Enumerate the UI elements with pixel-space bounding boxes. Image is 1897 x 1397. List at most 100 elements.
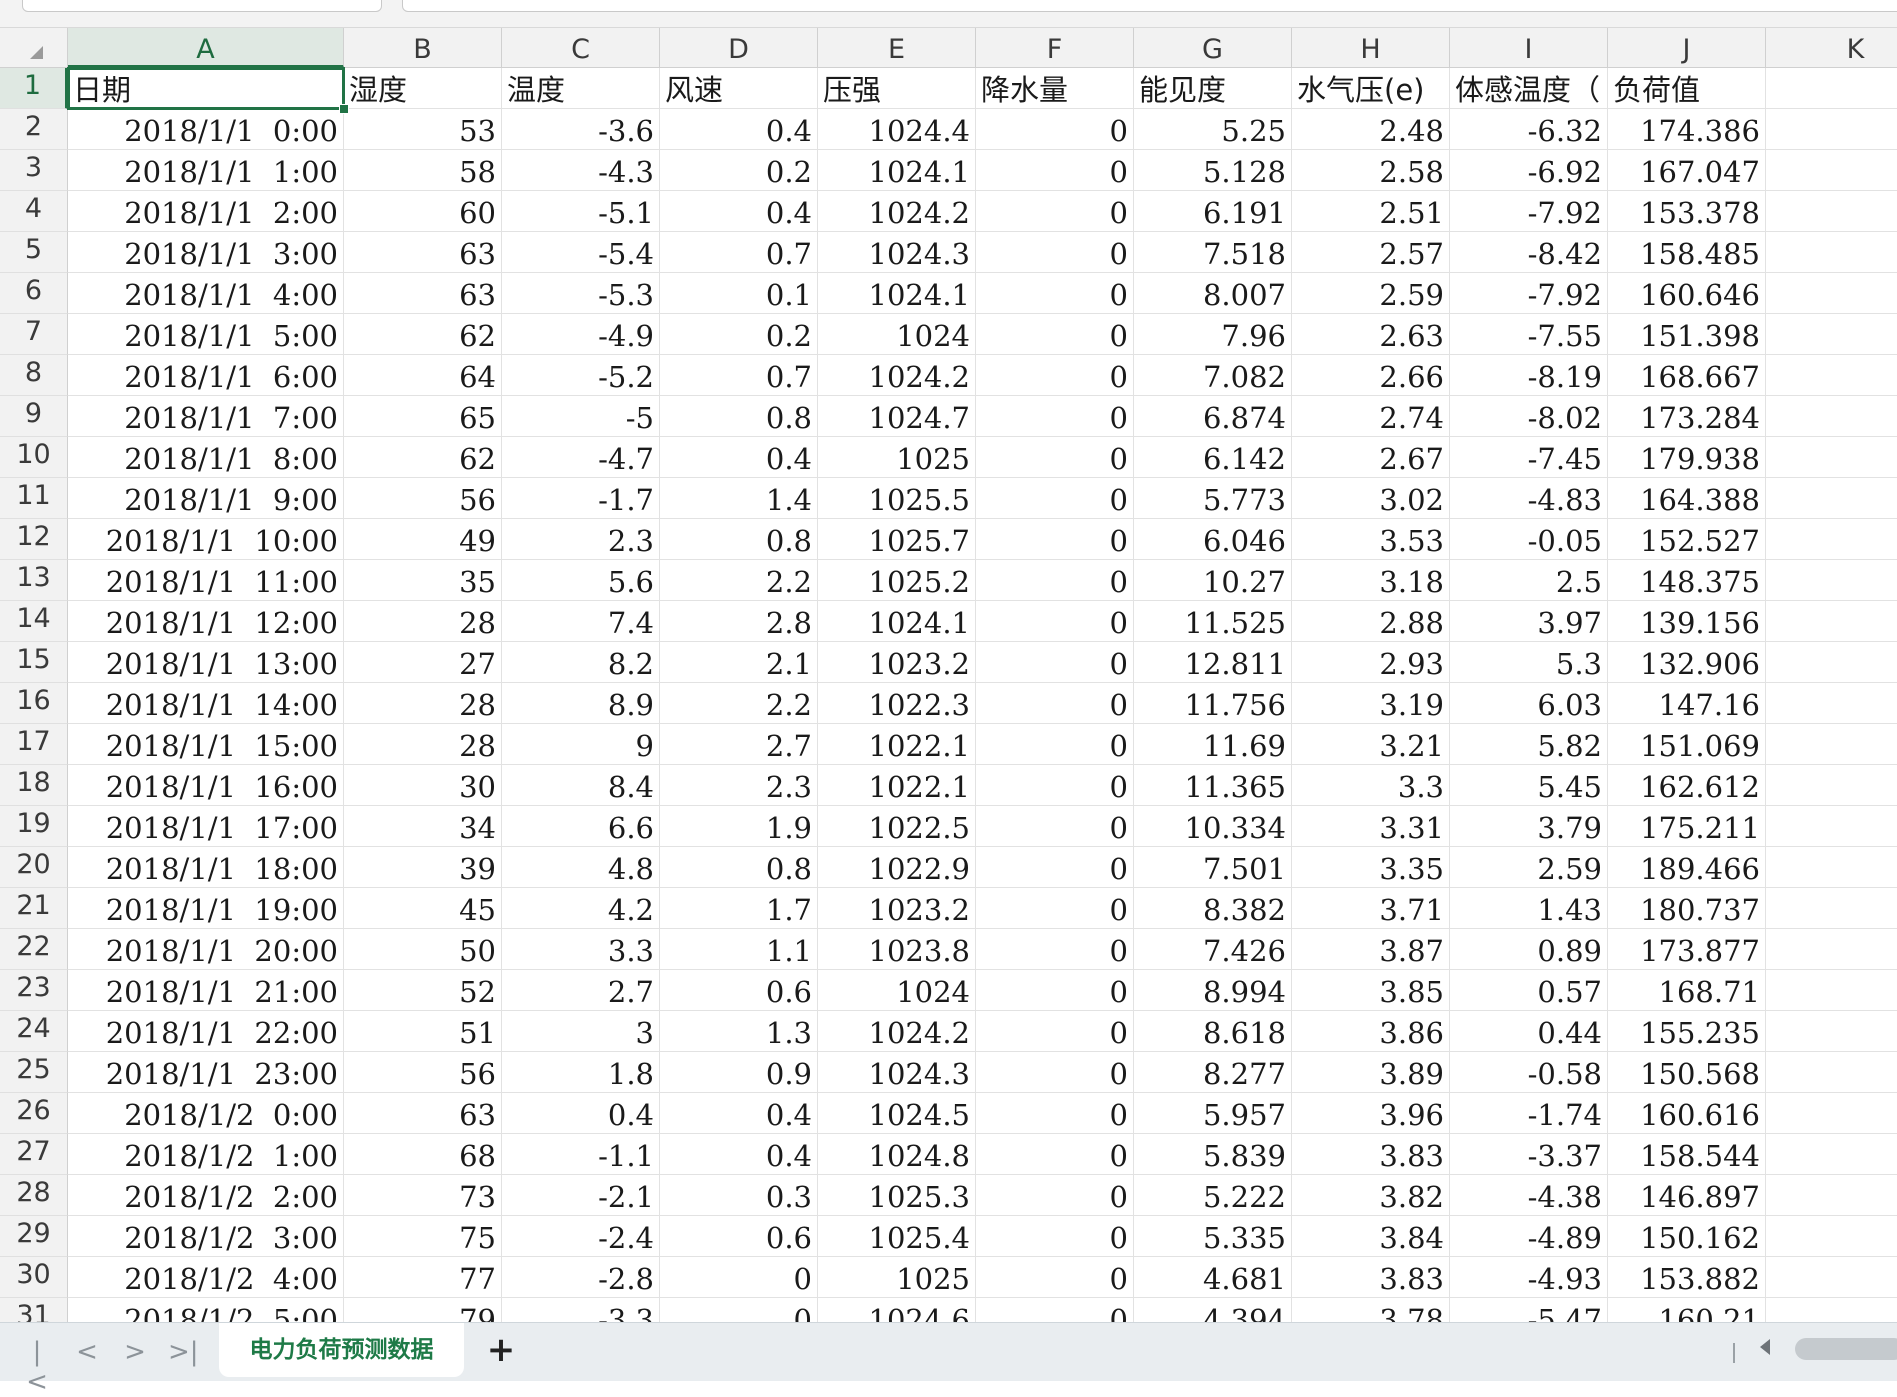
data-cell[interactable]: 10.334 (1134, 806, 1292, 847)
data-cell[interactable]: 1022.1 (818, 724, 976, 765)
data-cell[interactable]: 0 (976, 642, 1134, 683)
data-cell[interactable]: 5.128 (1134, 150, 1292, 191)
data-cell[interactable]: 151.398 (1608, 314, 1766, 355)
data-cell[interactable]: -7.45 (1450, 437, 1608, 478)
data-cell[interactable]: 0.4 (660, 109, 818, 150)
empty-cell[interactable] (1766, 642, 1897, 683)
data-cell[interactable]: 0.4 (660, 1093, 818, 1134)
data-cell[interactable]: 5.25 (1134, 109, 1292, 150)
data-cell[interactable]: 5.45 (1450, 765, 1608, 806)
data-cell[interactable]: 30 (344, 765, 502, 806)
data-cell[interactable]: -5.3 (502, 273, 660, 314)
data-cell[interactable]: 1025.2 (818, 560, 976, 601)
date-cell[interactable]: 2018/1/1 4:00 (68, 273, 344, 314)
data-cell[interactable]: 1022.3 (818, 683, 976, 724)
data-cell[interactable]: 0.2 (660, 150, 818, 191)
data-cell[interactable]: 3.83 (1292, 1134, 1450, 1175)
data-cell[interactable]: 1023.2 (818, 642, 976, 683)
data-cell[interactable]: -7.92 (1450, 191, 1608, 232)
date-cell[interactable]: 2018/1/1 11:00 (68, 560, 344, 601)
header-cell[interactable]: 降水量 (976, 68, 1134, 109)
data-cell[interactable]: 3.97 (1450, 601, 1608, 642)
data-cell[interactable]: 1024.1 (818, 150, 976, 191)
data-cell[interactable]: 1.43 (1450, 888, 1608, 929)
data-cell[interactable]: 151.069 (1608, 724, 1766, 765)
data-cell[interactable]: 2.1 (660, 642, 818, 683)
data-cell[interactable]: 1025.4 (818, 1216, 976, 1257)
data-cell[interactable]: 1024 (818, 314, 976, 355)
data-cell[interactable]: -4.3 (502, 150, 660, 191)
data-cell[interactable]: 1024.3 (818, 1052, 976, 1093)
column-header-b[interactable]: B (344, 28, 502, 68)
empty-cell[interactable] (1766, 724, 1897, 765)
data-cell[interactable]: 50 (344, 929, 502, 970)
empty-cell[interactable] (1766, 1052, 1897, 1093)
date-cell[interactable]: 2018/1/1 6:00 (68, 355, 344, 396)
data-cell[interactable]: 180.737 (1608, 888, 1766, 929)
row-header-5[interactable]: 5 (0, 232, 68, 273)
row-header-19[interactable]: 19 (0, 806, 68, 847)
empty-cell[interactable] (1766, 1216, 1897, 1257)
data-cell[interactable]: 4.2 (502, 888, 660, 929)
date-cell[interactable]: 2018/1/1 5:00 (68, 314, 344, 355)
data-cell[interactable]: 0.89 (1450, 929, 1608, 970)
data-cell[interactable]: 39 (344, 847, 502, 888)
data-cell[interactable]: 0.1 (660, 273, 818, 314)
data-cell[interactable]: 2.3 (502, 519, 660, 560)
data-cell[interactable]: 179.938 (1608, 437, 1766, 478)
data-cell[interactable]: -1.1 (502, 1134, 660, 1175)
data-cell[interactable]: 4.681 (1134, 1257, 1292, 1298)
data-cell[interactable]: 1024.1 (818, 601, 976, 642)
data-cell[interactable]: 160.616 (1608, 1093, 1766, 1134)
data-cell[interactable]: 0.8 (660, 847, 818, 888)
row-header-26[interactable]: 26 (0, 1093, 68, 1134)
data-cell[interactable]: 0 (976, 396, 1134, 437)
data-cell[interactable]: 173.284 (1608, 396, 1766, 437)
data-cell[interactable]: 148.375 (1608, 560, 1766, 601)
data-cell[interactable]: 77 (344, 1257, 502, 1298)
data-cell[interactable]: -4.93 (1450, 1257, 1608, 1298)
data-cell[interactable]: 62 (344, 437, 502, 478)
row-header-13[interactable]: 13 (0, 560, 68, 601)
data-cell[interactable]: 49 (344, 519, 502, 560)
data-cell[interactable]: 175.211 (1608, 806, 1766, 847)
data-cell[interactable]: 8.4 (502, 765, 660, 806)
empty-cell[interactable] (1766, 1298, 1897, 1322)
row-header-2[interactable]: 2 (0, 109, 68, 150)
column-header-f[interactable]: F (976, 28, 1134, 68)
empty-cell[interactable] (1766, 929, 1897, 970)
empty-cell[interactable] (1766, 970, 1897, 1011)
data-cell[interactable]: 0.8 (660, 519, 818, 560)
row-header-1[interactable]: 1 (0, 68, 68, 109)
data-cell[interactable]: 2.59 (1450, 847, 1608, 888)
date-cell[interactable]: 2018/1/1 16:00 (68, 765, 344, 806)
data-cell[interactable]: 7.96 (1134, 314, 1292, 355)
scroll-left-icon[interactable] (1760, 1339, 1770, 1355)
data-cell[interactable]: 0 (976, 355, 1134, 396)
data-cell[interactable]: 3.18 (1292, 560, 1450, 601)
data-cell[interactable]: -2.8 (502, 1257, 660, 1298)
empty-cell[interactable] (1766, 68, 1897, 109)
data-cell[interactable]: 6.046 (1134, 519, 1292, 560)
row-header-11[interactable]: 11 (0, 478, 68, 519)
data-cell[interactable]: -5 (502, 396, 660, 437)
row-header-12[interactable]: 12 (0, 519, 68, 560)
row-header-29[interactable]: 29 (0, 1216, 68, 1257)
data-cell[interactable]: 5.3 (1450, 642, 1608, 683)
data-cell[interactable]: 56 (344, 478, 502, 519)
row-header-15[interactable]: 15 (0, 642, 68, 683)
data-cell[interactable]: 189.466 (1608, 847, 1766, 888)
header-cell[interactable]: 日期 (68, 68, 344, 109)
empty-cell[interactable] (1766, 765, 1897, 806)
data-cell[interactable]: 0 (976, 1216, 1134, 1257)
data-cell[interactable]: 0 (976, 970, 1134, 1011)
data-cell[interactable]: 0 (976, 847, 1134, 888)
date-cell[interactable]: 2018/1/1 15:00 (68, 724, 344, 765)
data-cell[interactable]: 2.58 (1292, 150, 1450, 191)
empty-cell[interactable] (1766, 1175, 1897, 1216)
data-cell[interactable]: 1.9 (660, 806, 818, 847)
empty-cell[interactable] (1766, 355, 1897, 396)
data-cell[interactable]: 1025 (818, 1257, 976, 1298)
date-cell[interactable]: 2018/1/1 21:00 (68, 970, 344, 1011)
date-cell[interactable]: 2018/1/1 7:00 (68, 396, 344, 437)
